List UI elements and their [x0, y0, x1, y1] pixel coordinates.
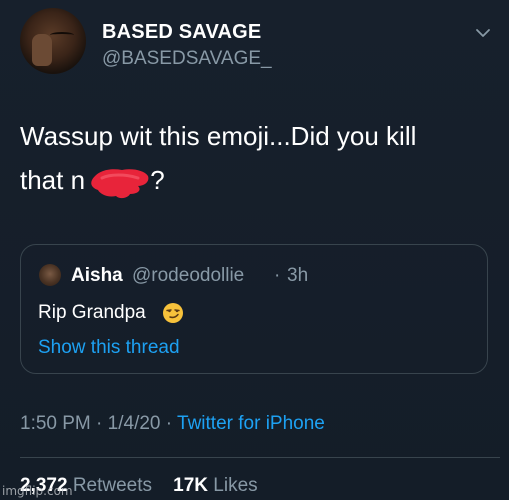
retweets-label: Retweets — [72, 475, 153, 496]
meta-separator: · — [96, 413, 103, 434]
quoted-tweet[interactable]: Aisha @rodeodollie · 3h Rip Grandpa Show… — [20, 244, 488, 374]
quoted-time: 3h — [287, 265, 309, 286]
chevron-down-icon[interactable] — [474, 24, 492, 42]
tweet-meta: 1:50 PM · 1/4/20 · Twitter for iPhone — [20, 413, 325, 435]
avatar-hand — [32, 34, 52, 66]
show-thread-link[interactable]: Show this thread — [38, 337, 180, 359]
tweet-card: BASED SAVAGE @BASEDSAVAGE_ Wassup wit th… — [0, 0, 509, 500]
smirking-face-icon — [163, 303, 183, 323]
likes-stat[interactable]: 17K Likes — [173, 475, 258, 496]
quoted-avatar[interactable] — [39, 264, 61, 286]
user-handle[interactable]: @BASEDSAVAGE_ — [102, 48, 272, 70]
avatar[interactable] — [20, 8, 86, 74]
tweet-date[interactable]: 1/4/20 — [108, 413, 161, 434]
quoted-handle: @rodeodollie — [132, 265, 245, 286]
likes-label: Likes — [213, 475, 258, 496]
display-name[interactable]: BASED SAVAGE — [102, 21, 261, 44]
meta-separator: · — [165, 413, 173, 434]
redaction-scribble — [91, 169, 149, 199]
divider — [20, 457, 500, 458]
quoted-separator: · — [274, 265, 281, 286]
tweet-source-link[interactable]: Twitter for iPhone — [177, 413, 325, 434]
tweet-time[interactable]: 1:50 PM — [20, 413, 91, 434]
quoted-text: Rip Grandpa — [38, 302, 146, 323]
watermark: imgflip.com — [2, 484, 73, 498]
tweet-text-main: Wassup wit this emoji...Did you kill tha… — [20, 121, 417, 195]
quoted-display-name: Aisha — [71, 265, 123, 286]
likes-count: 17K — [173, 475, 209, 496]
avatar-eyes — [50, 32, 74, 38]
